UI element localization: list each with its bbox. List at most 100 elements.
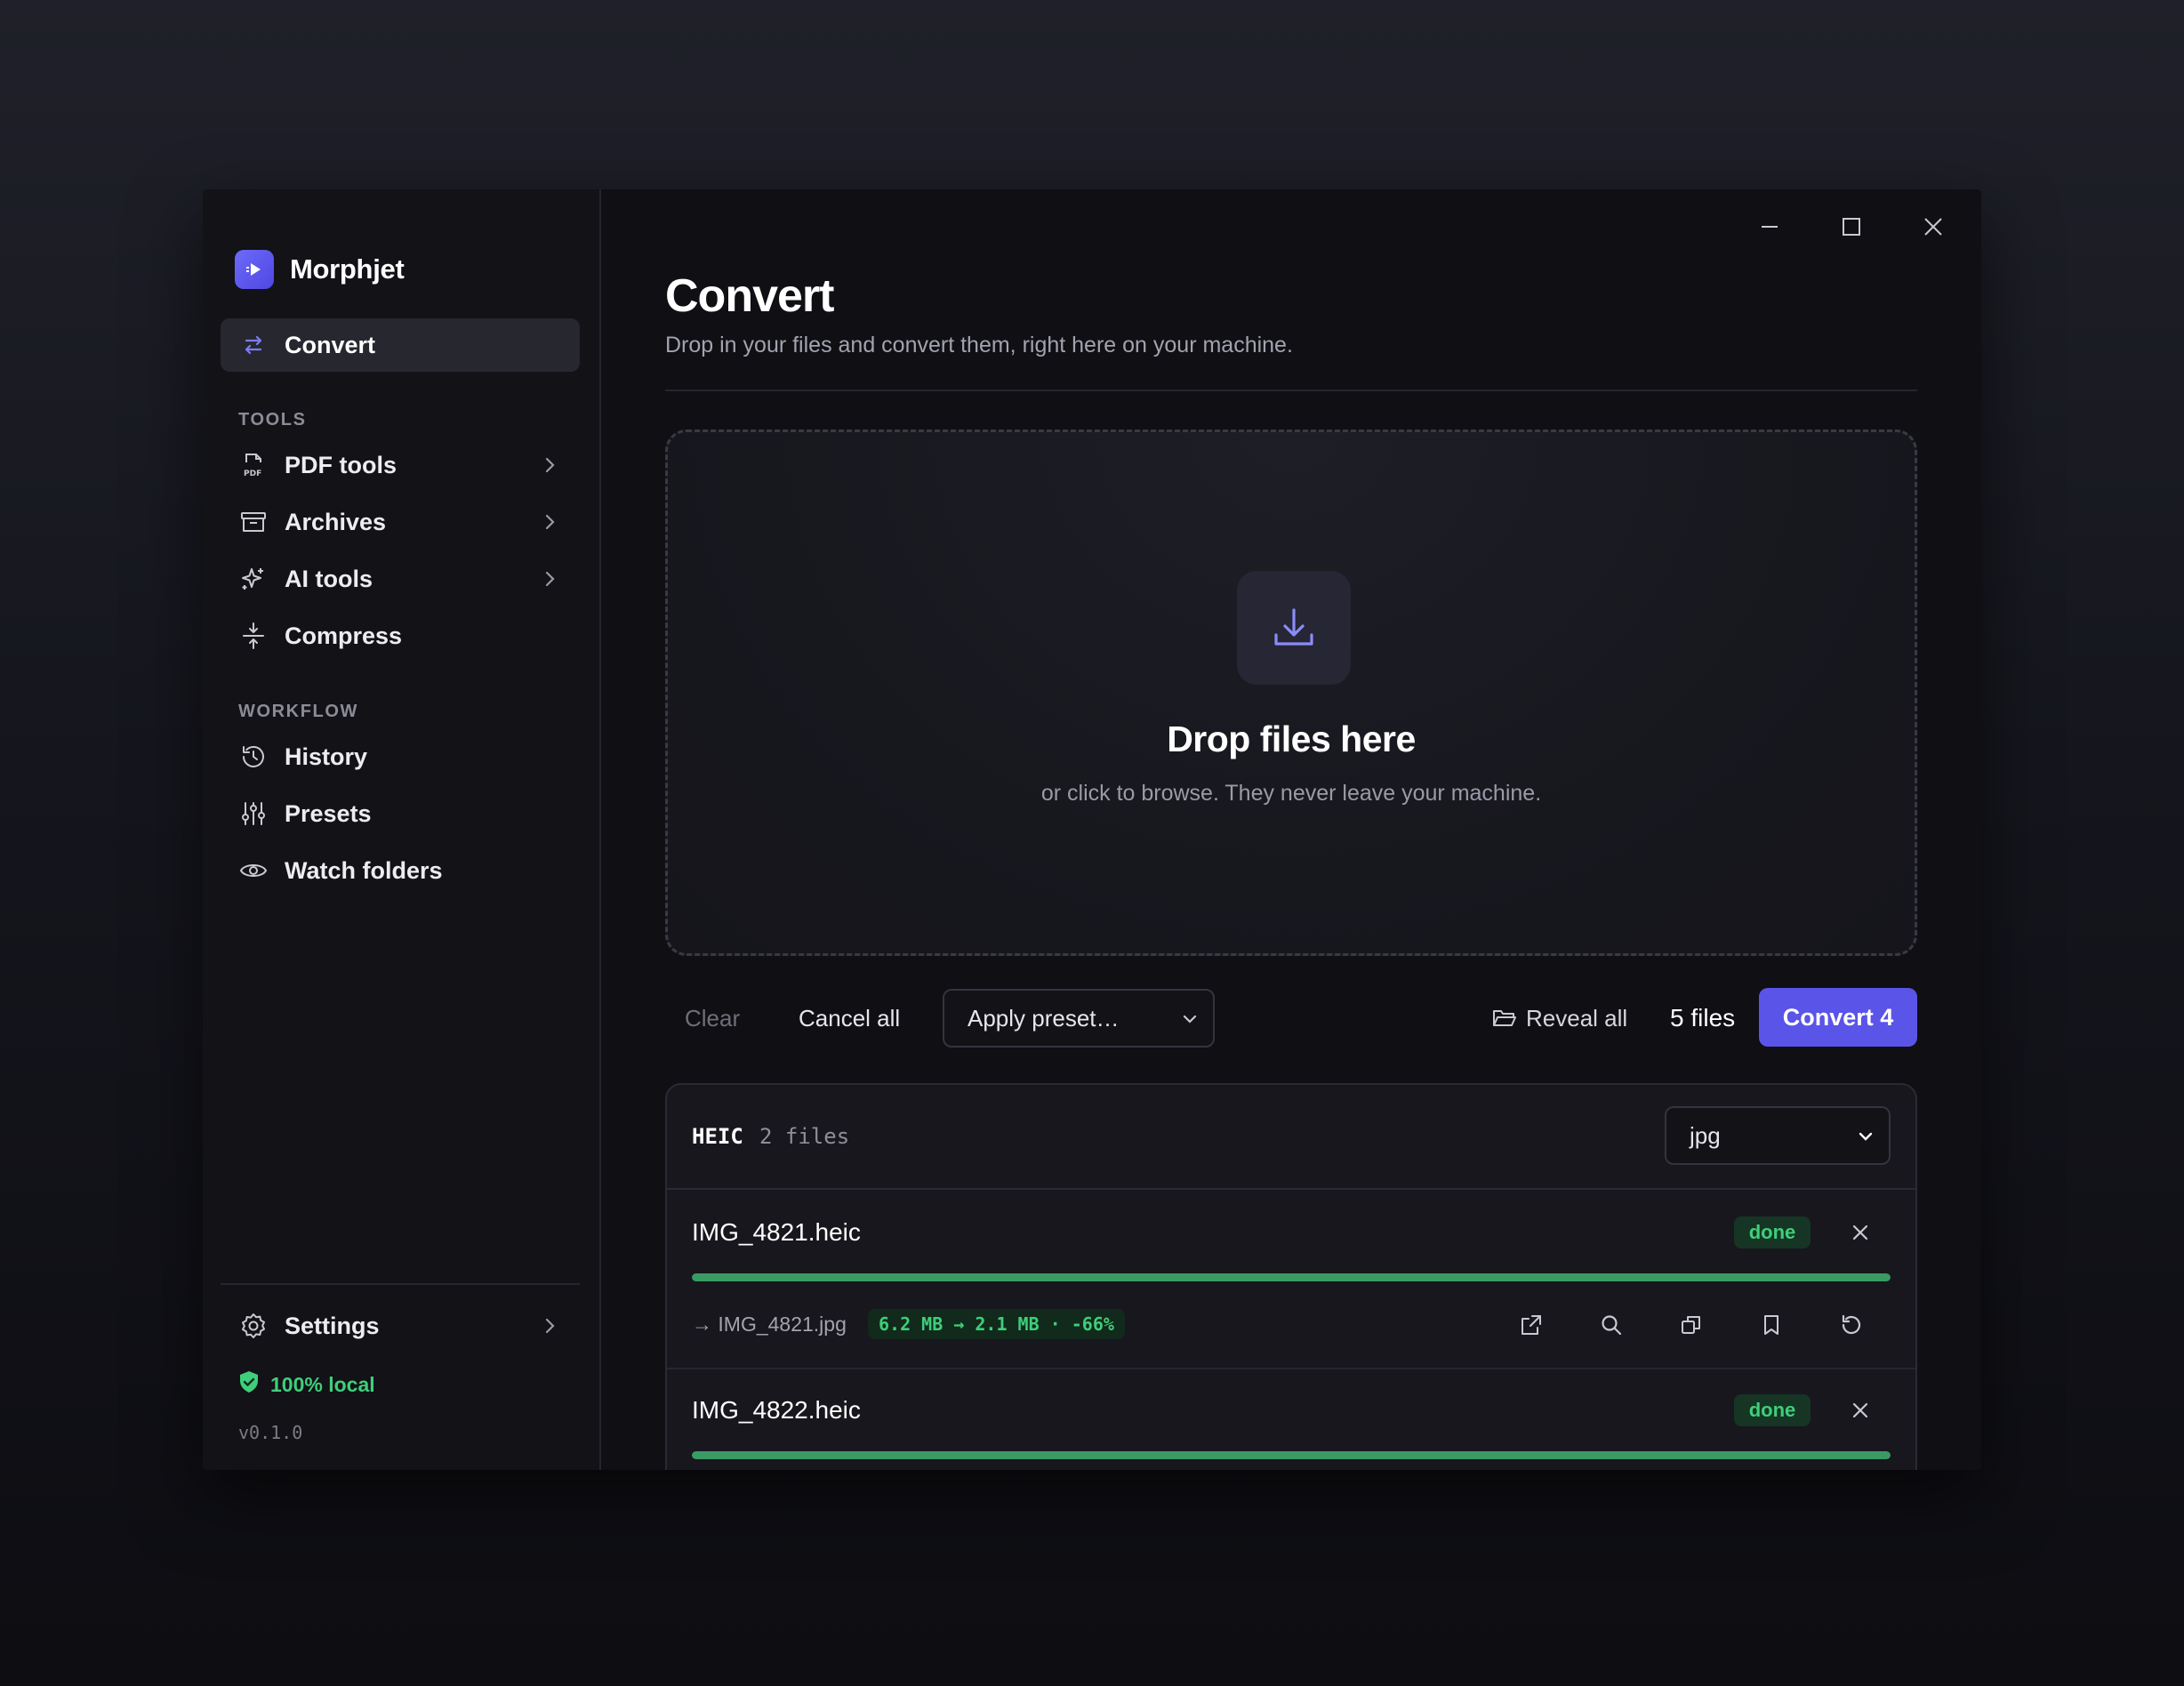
remove-file-button[interactable] [1844, 1394, 1876, 1426]
sidebar: Morphjet Convert TOOLS PDF PDF tools Arc… [203, 189, 601, 1470]
sidebar-item-ai-tools[interactable]: AI tools [221, 552, 580, 606]
app-version: v0.1.0 [238, 1422, 303, 1443]
file-group-heic: HEIC 2 files jpg IMG_4821.heic done → IM… [665, 1083, 1917, 1470]
sidebar-item-label: Watch folders [285, 856, 443, 884]
chevron-down-icon [1179, 1008, 1200, 1036]
group-file-count: 2 files [759, 1124, 850, 1149]
close-icon [1852, 1224, 1868, 1240]
shield-check-icon [238, 1370, 260, 1399]
preview-file-button[interactable] [1594, 1307, 1629, 1343]
sidebar-item-watch-folders[interactable]: Watch folders [221, 844, 580, 897]
archive-icon [238, 507, 269, 537]
target-format-select[interactable]: jpg [1665, 1106, 1891, 1165]
output-file-name: → IMG_4821.jpg [692, 1313, 847, 1336]
convert-button[interactable]: Convert 4 [1759, 988, 1917, 1047]
close-icon [1924, 218, 1942, 236]
file-toolbar: Clear Cancel all Apply preset… Reveal al… [665, 988, 1917, 1048]
sidebar-item-label: AI tools [285, 565, 373, 592]
sidebar-item-convert[interactable]: Convert [221, 318, 580, 372]
app-logo-icon [235, 250, 274, 289]
group-type: HEIC [692, 1124, 743, 1149]
compress-icon [238, 621, 269, 651]
arrows-swap-icon [238, 330, 269, 360]
page-subtitle: Drop in your files and convert them, rig… [665, 333, 1293, 357]
file-dropzone[interactable]: Drop files here or click to browse. They… [665, 430, 1917, 956]
dropzone-title: Drop files here [1167, 719, 1416, 759]
sidebar-item-history[interactable]: History [221, 730, 580, 783]
page-title: Convert [665, 270, 834, 322]
undo-icon [1842, 1314, 1861, 1335]
gear-icon [238, 1311, 269, 1341]
header-divider [665, 389, 1917, 391]
chevron-right-icon [539, 568, 560, 596]
group-header: HEIC 2 files jpg [667, 1085, 1915, 1190]
history-icon [238, 742, 269, 772]
reconvert-button[interactable] [1834, 1307, 1869, 1343]
file-name: IMG_4821.heic [692, 1218, 861, 1246]
file-row: IMG_4821.heic done → IMG_4821.jpg 6.2 MB… [667, 1190, 1915, 1368]
sidebar-item-compress[interactable]: Compress [221, 609, 580, 662]
clear-button[interactable]: Clear [685, 988, 740, 1048]
search-icon [1602, 1315, 1622, 1336]
preset-select[interactable]: Apply preset… [943, 989, 1215, 1048]
progress-bar [692, 1451, 1891, 1459]
open-file-button[interactable] [1514, 1307, 1549, 1343]
section-label-workflow: WORKFLOW [238, 702, 358, 721]
size-delta-badge: 6.2 MB → 2.1 MB · -66% [868, 1309, 1125, 1339]
sidebar-item-settings[interactable]: Settings [221, 1299, 580, 1353]
maximize-icon [1843, 218, 1860, 236]
chevron-right-icon [539, 511, 560, 539]
progress-bar [692, 1273, 1891, 1281]
chevron-right-icon [539, 454, 560, 482]
chevron-right-icon [539, 1315, 560, 1343]
copy-file-button[interactable] [1674, 1307, 1709, 1343]
local-status-label: 100% local [270, 1372, 375, 1396]
sidebar-item-pdf-tools[interactable]: PDF PDF tools [221, 438, 580, 492]
sidebar-item-label: Compress [285, 622, 403, 649]
file-count: 5 files [1670, 1004, 1736, 1032]
reveal-all-label: Reveal all [1526, 1004, 1628, 1032]
remove-file-button[interactable] [1844, 1216, 1876, 1248]
section-label-tools: TOOLS [238, 410, 307, 430]
local-status: 100% local [238, 1370, 375, 1399]
sidebar-item-presets[interactable]: Presets [221, 787, 580, 840]
app-name: Morphjet [290, 253, 405, 285]
file-row: IMG_4822.heic done [667, 1369, 1915, 1470]
sidebar-item-label: Archives [285, 508, 387, 535]
external-link-icon [1522, 1315, 1541, 1335]
dropzone-subtitle: or click to browse. They never leave you… [1040, 781, 1542, 806]
copy-icon [1682, 1316, 1700, 1334]
maximize-button[interactable] [1830, 205, 1873, 248]
app-window: Morphjet Convert TOOLS PDF PDF tools Arc… [203, 189, 1981, 1470]
cancel-all-button[interactable]: Cancel all [799, 988, 900, 1048]
save-preset-button[interactable] [1754, 1307, 1789, 1343]
sidebar-item-label: Presets [285, 799, 372, 827]
file-name: IMG_4822.heic [692, 1396, 861, 1424]
main-panel: Convert Drop in your files and convert t… [601, 189, 1981, 1470]
minimize-icon [1762, 226, 1778, 228]
sidebar-item-archives[interactable]: Archives [221, 495, 580, 549]
sidebar-item-label: PDF tools [285, 451, 397, 478]
bookmark-icon [1764, 1315, 1779, 1335]
status-badge: done [1734, 1394, 1811, 1426]
preset-select-value: Apply preset… [968, 1004, 1120, 1032]
minimize-button[interactable] [1748, 205, 1791, 248]
sliders-icon [238, 799, 269, 829]
sidebar-item-label: Settings [285, 1312, 380, 1339]
close-icon [1852, 1402, 1868, 1418]
sparkle-icon [238, 564, 269, 594]
download-icon [1237, 571, 1351, 685]
target-format-value: jpg [1690, 1121, 1721, 1149]
chevron-down-icon [1855, 1126, 1876, 1153]
status-badge: done [1734, 1216, 1811, 1248]
reveal-all-button[interactable]: Reveal all [1492, 988, 1627, 1048]
close-window-button[interactable] [1912, 205, 1955, 248]
eye-icon [238, 855, 269, 886]
progress-fill [692, 1273, 1891, 1281]
sidebar-divider [221, 1283, 580, 1285]
svg-text:PDF: PDF [244, 470, 261, 478]
brand[interactable]: Morphjet [235, 250, 405, 289]
progress-fill [692, 1451, 1891, 1459]
sidebar-item-label: Convert [285, 331, 376, 358]
sidebar-item-label: History [285, 743, 368, 770]
